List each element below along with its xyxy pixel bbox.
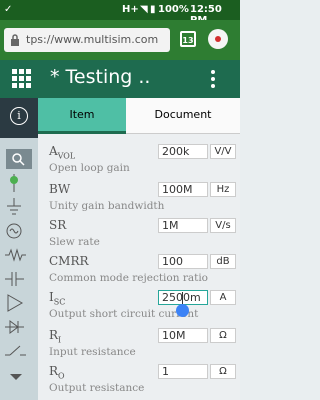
param-value-input[interactable]: 1 — [158, 364, 208, 379]
text-cursor — [182, 292, 183, 304]
param-input-resistance: RI Input resistance 10M Ω — [38, 328, 240, 368]
search-icon[interactable] — [4, 148, 34, 170]
status-bar: ✓ H+ ◥ ▮ 100% 12:50 PM — [0, 0, 240, 26]
switch-icon[interactable] — [4, 340, 34, 362]
capacitor-icon[interactable] — [4, 268, 34, 290]
param-unit: Ω — [210, 328, 236, 343]
battery-level: 100% — [158, 4, 189, 15]
probe-icon[interactable] — [4, 172, 34, 194]
param-label: RO — [49, 364, 65, 381]
param-description: Open loop gain — [49, 162, 130, 174]
browser-toolbar: tps://www.multisim.com 13 — [0, 20, 240, 60]
record-extension-icon[interactable] — [208, 29, 228, 49]
tab-switcher-button[interactable]: 13 — [180, 31, 196, 47]
param-description: Slew rate — [49, 236, 100, 248]
param-cmrr: CMRR Common mode rejection ratio 100 dB — [38, 254, 240, 294]
param-label: BW — [49, 182, 71, 196]
param-unit: Hz — [210, 182, 236, 197]
param-value-input[interactable]: 200k — [158, 144, 208, 159]
param-unit: A — [210, 290, 236, 305]
network-type: H+ — [122, 4, 139, 15]
param-unit: V/V — [210, 144, 236, 159]
param-label: CMRR — [49, 254, 89, 268]
param-description: Output resistance — [49, 382, 145, 394]
properties-panel: Item Document AVOL Open loop gain 200k V… — [38, 98, 240, 400]
ac-source-icon[interactable] — [4, 220, 34, 242]
chevron-down-icon[interactable] — [4, 366, 34, 388]
opamp-icon[interactable] — [4, 292, 34, 314]
battery-icon: ▮ — [150, 4, 156, 15]
text-selection-handle[interactable] — [176, 304, 189, 317]
app-header: * Testing .. — [0, 60, 240, 98]
document-title: * Testing .. — [50, 66, 151, 88]
info-panel-toggle[interactable]: i — [0, 98, 38, 138]
param-description: Unity gain bandwidth — [49, 200, 165, 212]
param-output-resistance: RO Output resistance 1 Ω — [38, 364, 240, 400]
ground-icon[interactable] — [4, 196, 34, 218]
app-notification-icon: ✓ — [4, 4, 13, 15]
resistor-icon[interactable] — [4, 244, 34, 266]
apps-grid-icon[interactable] — [12, 69, 32, 89]
param-label: AVOL — [49, 144, 76, 161]
param-value-input[interactable]: 10M — [158, 328, 208, 343]
param-open-loop-gain: AVOL Open loop gain 200k V/V — [38, 144, 240, 184]
wifi-signal-icon: ◥ — [140, 4, 148, 15]
param-value-input[interactable]: 100M — [158, 182, 208, 197]
lock-icon — [11, 34, 19, 46]
param-unity-gain-bandwidth: BW Unity gain bandwidth 100M Hz — [38, 182, 240, 222]
info-icon: i — [10, 107, 28, 125]
param-value-input[interactable]: 2500m — [158, 290, 208, 305]
diode-icon[interactable] — [4, 316, 34, 338]
param-value-input[interactable]: 1M — [158, 218, 208, 233]
param-slew-rate: SR Slew rate 1M V/s — [38, 218, 240, 258]
param-description: Common mode rejection ratio — [49, 272, 209, 284]
param-description: Input resistance — [49, 346, 136, 358]
param-unit: V/s — [210, 218, 236, 233]
param-short-circuit-current: ISC Output short circuit current 2500m A — [38, 290, 240, 330]
param-label: SR — [49, 218, 67, 232]
url-field[interactable]: tps://www.multisim.com — [4, 28, 170, 52]
more-vert-icon[interactable] — [210, 70, 216, 88]
url-text: tps://www.multisim.com — [26, 33, 159, 46]
tab-document[interactable]: Document — [126, 98, 240, 134]
param-label: ISC — [49, 290, 66, 307]
param-label: RI — [49, 328, 62, 345]
param-value-input[interactable]: 100 — [158, 254, 208, 269]
tab-item[interactable]: Item — [38, 98, 126, 134]
param-unit: Ω — [210, 364, 236, 379]
param-unit: dB — [210, 254, 236, 269]
